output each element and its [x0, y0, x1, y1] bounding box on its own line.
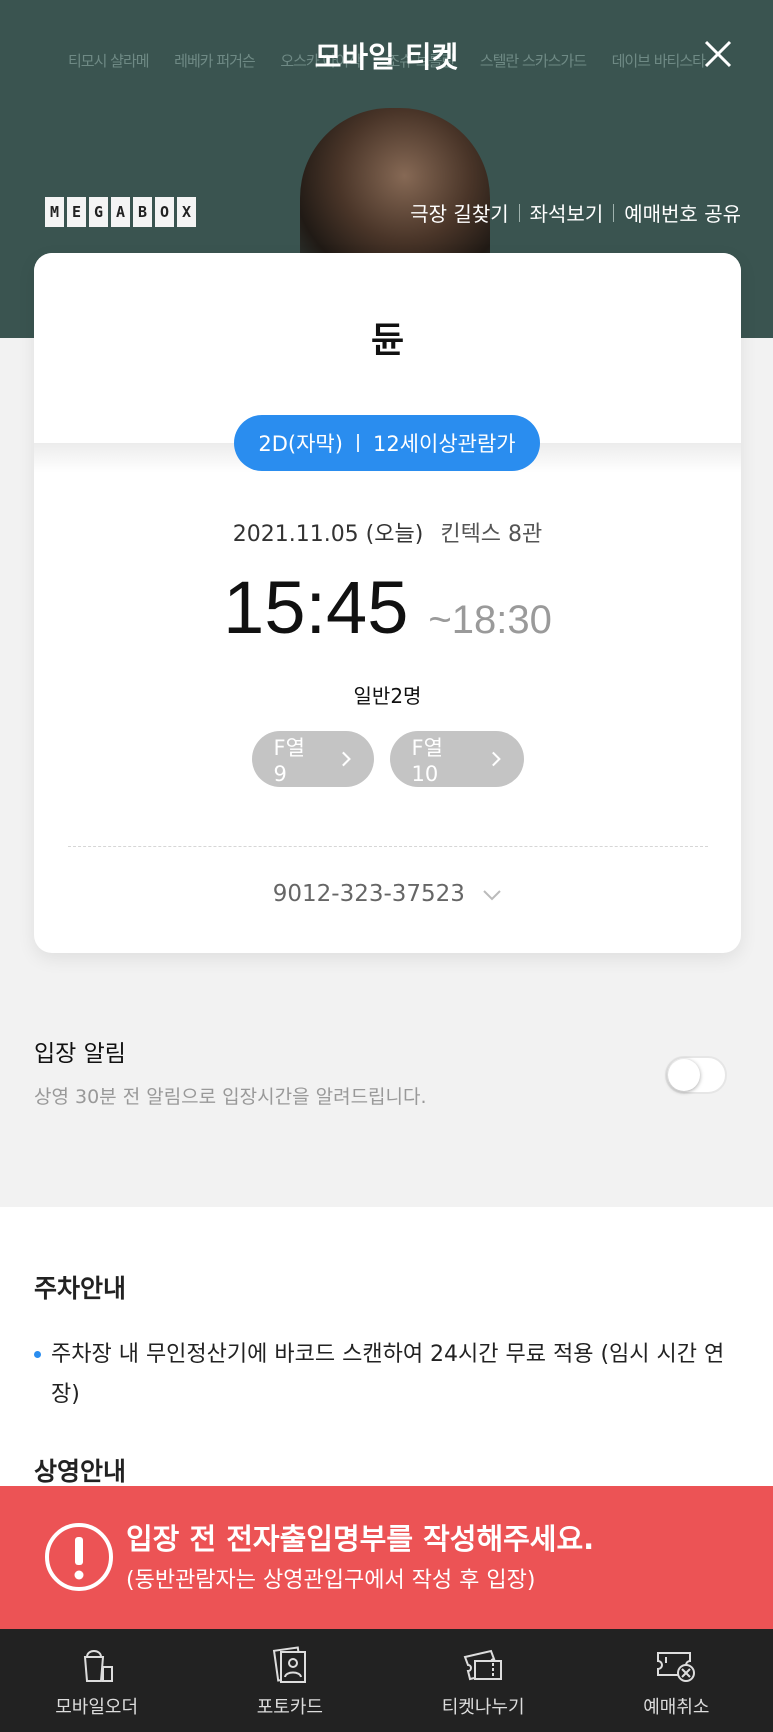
parking-title: 주차안내: [34, 1274, 127, 1303]
movie-title: 듄: [370, 320, 405, 361]
seat-list: F열 9 F열 10: [34, 731, 741, 787]
nav-label: 모바일오더: [55, 1696, 139, 1718]
info-section: 주차안내 주차장 내 무인정산기에 바코드 스캔하여 24시간 무료 적용 (임…: [0, 1207, 773, 1507]
chevron-right-icon: [342, 751, 352, 767]
showtime: 15:45 ~18:30: [34, 565, 741, 650]
ticket-cancel-icon: [657, 1651, 696, 1682]
start-time: 15:45: [223, 566, 409, 649]
booking-number-toggle[interactable]: 9012-323-37523: [34, 881, 741, 907]
nav-label: 티켓나누기: [441, 1696, 525, 1718]
nav-label: 예매취소: [643, 1696, 710, 1718]
share-booking-link[interactable]: 예매번호 공유: [624, 198, 741, 227]
nav-mobile-order[interactable]: 모바일오더: [0, 1629, 193, 1732]
toggle-knob: [668, 1059, 700, 1091]
entry-alert-title: 입장 알림: [34, 1041, 126, 1067]
date-text: 2021.11.05 (오늘): [232, 522, 424, 547]
ticket-share-icon: [463, 1649, 503, 1680]
dashed-divider: [68, 846, 708, 847]
seat-label: F열 9: [273, 736, 305, 786]
logo-letter: A: [111, 197, 130, 227]
nav-photo-card[interactable]: 포토카드: [193, 1629, 386, 1732]
ticket-card: 듄 2D(자막) 12세이상관람가 2021.11.05 (오늘) 킨텍스 8관…: [34, 253, 741, 953]
close-button[interactable]: [700, 36, 736, 72]
entry-alert-toggle[interactable]: [665, 1056, 727, 1094]
rating-label: 12세이상관람가: [372, 432, 516, 456]
logo-letter: B: [133, 197, 152, 227]
nav-ticket-share[interactable]: 티켓나누기: [387, 1629, 580, 1732]
page-title: 모바일 티켓: [314, 40, 459, 74]
directions-link[interactable]: 극장 길찾기: [410, 198, 508, 227]
banner-title: 입장 전 전자출입명부를 작성해주세요.: [126, 1522, 595, 1556]
close-icon: [704, 40, 732, 68]
logo-letter: M: [45, 197, 64, 227]
audience-count: 일반2명: [353, 684, 422, 708]
divider: [518, 203, 520, 222]
bottom-nav: 모바일오더 포토카드 티켓나누기 예매취소: [0, 1629, 773, 1732]
logo-letter: E: [67, 197, 86, 227]
entry-alert-section: 입장 알림 상영 30분 전 알림으로 입장시간을 알려드립니다.: [0, 1000, 773, 1207]
exclamation-icon: [45, 1523, 113, 1591]
megabox-logo: MEGABOX: [45, 197, 196, 227]
banner-subtitle: (동반관람자는 상영관입구에서 작성 후 입장): [126, 1568, 536, 1593]
seat-label: F열 10: [411, 736, 443, 786]
chevron-down-icon: [483, 889, 501, 900]
parking-text: 주차장 내 무인정산기에 바코드 스캔하여 24시간 무료 적용 (임시 시간 …: [51, 1342, 725, 1407]
seat-button[interactable]: F열 9: [251, 731, 374, 787]
format-badge: 2D(자막) 12세이상관람가: [234, 415, 540, 471]
divider: [356, 434, 359, 452]
header-links: 극장 길찾기 좌석보기 예매번호 공유: [410, 198, 741, 227]
show-info-title: 상영안내: [34, 1457, 127, 1486]
booking-number: 9012-323-37523: [272, 881, 465, 907]
chevron-right-icon: [492, 751, 502, 767]
divider: [613, 203, 615, 222]
logo-letter: G: [89, 197, 108, 227]
nav-label: 포토카드: [256, 1696, 323, 1718]
photo-card-icon: [272, 1645, 306, 1683]
format-label: 2D(자막): [258, 432, 343, 456]
seat-button[interactable]: F열 10: [389, 731, 524, 787]
nav-cancel-booking[interactable]: 예매취소: [580, 1629, 773, 1732]
hall-text: 킨텍스 8관: [440, 522, 543, 547]
logo-letter: X: [177, 197, 196, 227]
entry-alert-description: 상영 30분 전 알림으로 입장시간을 알려드립니다.: [34, 1086, 427, 1108]
cup-icon: [83, 1649, 113, 1682]
seat-view-link[interactable]: 좌석보기: [530, 198, 604, 227]
entry-log-banner[interactable]: 입장 전 전자출입명부를 작성해주세요. (동반관람자는 상영관입구에서 작성 …: [0, 1486, 773, 1629]
showtime-date: 2021.11.05 (오늘) 킨텍스 8관: [34, 516, 741, 548]
end-time: ~18:30: [428, 598, 552, 642]
logo-letter: O: [155, 197, 174, 227]
